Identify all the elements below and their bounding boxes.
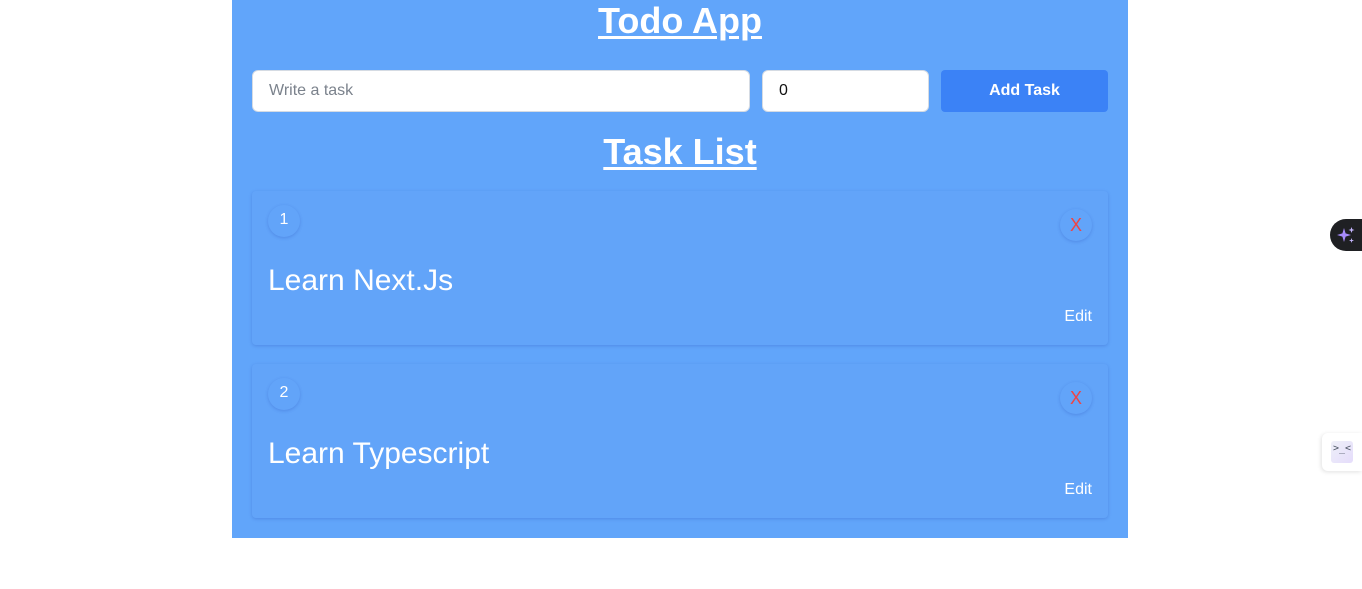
todo-app: Todo App Add Task Task List 1 X Learn Ne… [232,0,1128,538]
edit-task-button[interactable]: Edit [1064,307,1092,327]
task-number-input[interactable] [762,70,929,112]
task-text: Learn Next.Js [268,264,454,297]
task-card: 2 X Learn Typescript Edit [252,364,1108,518]
add-task-button[interactable]: Add Task [941,70,1108,112]
devtools-extension-button[interactable]: >_< [1322,433,1362,471]
app-title: Todo App [598,0,762,41]
task-input[interactable] [252,70,750,112]
edit-task-button[interactable]: Edit [1064,480,1092,500]
sparkles-icon [1337,227,1355,243]
delete-task-button[interactable]: X [1060,209,1092,241]
devtools-icon: >_< [1331,441,1353,463]
task-number-badge: 2 [268,378,300,410]
ai-assistant-button[interactable] [1330,219,1362,251]
task-text: Learn Typescript [268,437,490,470]
task-card: 1 X Learn Next.Js Edit [252,191,1108,345]
task-number-badge: 1 [268,205,300,237]
delete-task-button[interactable]: X [1060,382,1092,414]
task-list-title: Task List [603,131,757,172]
